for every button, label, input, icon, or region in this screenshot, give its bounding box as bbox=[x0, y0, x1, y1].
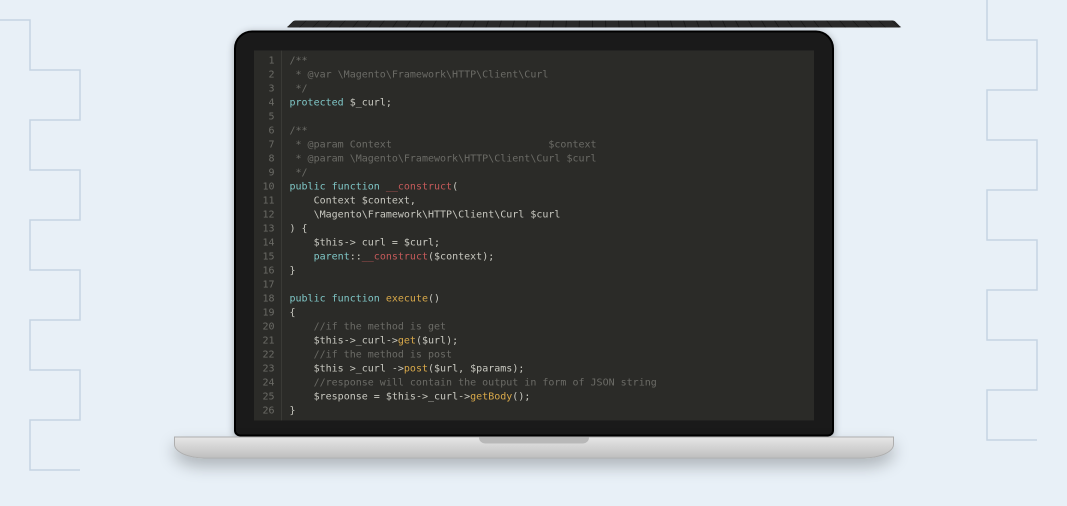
line-number: 4 bbox=[258, 96, 275, 110]
code-line bbox=[290, 278, 657, 292]
code-line: //response will contain the output in fo… bbox=[290, 376, 657, 390]
laptop-illustration: 1234567891011121314151617181920212223242… bbox=[234, 30, 834, 458]
laptop-bezel: 1234567891011121314151617181920212223242… bbox=[234, 30, 834, 436]
line-number: 15 bbox=[258, 250, 275, 264]
line-number: 11 bbox=[258, 194, 275, 208]
laptop-base bbox=[174, 436, 894, 458]
line-number: 3 bbox=[258, 82, 275, 96]
code-line: protected $_curl; bbox=[290, 96, 657, 110]
code-line: \Magento\Framework\HTTP\Client\Curl $cur… bbox=[290, 208, 657, 222]
code-line: public function __construct( bbox=[290, 180, 657, 194]
code-line: Context $context, bbox=[290, 194, 657, 208]
line-number: 24 bbox=[258, 376, 275, 390]
line-number: 14 bbox=[258, 236, 275, 250]
line-number: 9 bbox=[258, 166, 275, 180]
code-line: $response = $this->_curl->getBody(); bbox=[290, 390, 657, 404]
laptop-keyboard bbox=[286, 20, 901, 27]
code-line: $this-> curl = $curl; bbox=[290, 236, 657, 250]
line-number: 17 bbox=[258, 278, 275, 292]
code-line: * @param Context $context bbox=[290, 138, 657, 152]
line-number: 26 bbox=[258, 404, 275, 418]
bg-zigzag-right bbox=[907, 0, 1067, 506]
code-line: * @var \Magento\Framework\HTTP\Client\Cu… bbox=[290, 68, 657, 82]
code-line: //if the method is post bbox=[290, 348, 657, 362]
line-number: 25 bbox=[258, 390, 275, 404]
code-line: */ bbox=[290, 166, 657, 180]
code-line: //if the method is get bbox=[290, 320, 657, 334]
code-line: * @param \Magento\Framework\HTTP\Client\… bbox=[290, 152, 657, 166]
line-number: 13 bbox=[258, 222, 275, 236]
line-number: 22 bbox=[258, 348, 275, 362]
bg-zigzag-left bbox=[0, 0, 160, 506]
line-number: 5 bbox=[258, 110, 275, 124]
line-number: 16 bbox=[258, 264, 275, 278]
code-line: /** bbox=[290, 124, 657, 138]
code-line: { bbox=[290, 306, 657, 320]
line-number: 20 bbox=[258, 320, 275, 334]
line-number: 12 bbox=[258, 208, 275, 222]
code-line: ) { bbox=[290, 222, 657, 236]
code-line: } bbox=[290, 264, 657, 278]
line-number: 8 bbox=[258, 152, 275, 166]
code-line: */ bbox=[290, 82, 657, 96]
code-line: $this->_curl->get($url); bbox=[290, 334, 657, 348]
code-line: public function execute() bbox=[290, 292, 657, 306]
line-number: 18 bbox=[258, 292, 275, 306]
code-editor-screen: 1234567891011121314151617181920212223242… bbox=[254, 50, 814, 420]
code-line: $this >_curl ->post($url, $params); bbox=[290, 362, 657, 376]
code-line: /** bbox=[290, 54, 657, 68]
code-line bbox=[290, 110, 657, 124]
code-content: /** * @var \Magento\Framework\HTTP\Clien… bbox=[282, 50, 665, 420]
line-number: 10 bbox=[258, 180, 275, 194]
line-number: 19 bbox=[258, 306, 275, 320]
code-line: parent::__construct($context); bbox=[290, 250, 657, 264]
code-line: } bbox=[290, 404, 657, 418]
line-number: 6 bbox=[258, 124, 275, 138]
line-number: 2 bbox=[258, 68, 275, 82]
line-number-gutter: 1234567891011121314151617181920212223242… bbox=[254, 50, 282, 420]
line-number: 23 bbox=[258, 362, 275, 376]
line-number: 21 bbox=[258, 334, 275, 348]
line-number: 7 bbox=[258, 138, 275, 152]
line-number: 1 bbox=[258, 54, 275, 68]
